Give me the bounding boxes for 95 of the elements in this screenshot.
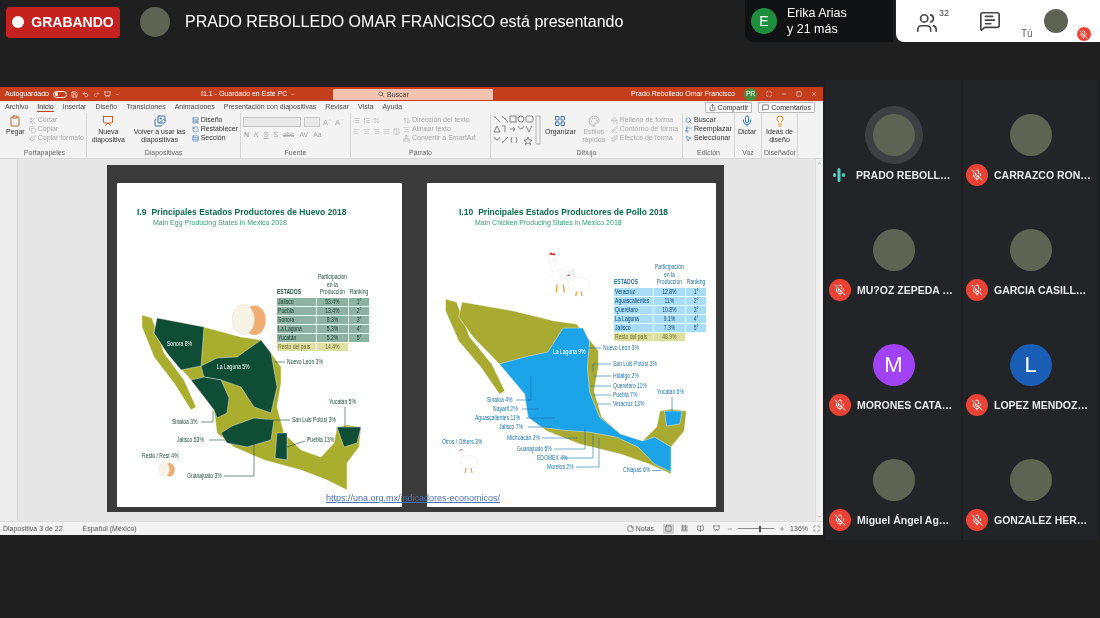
avatar-photo-placeholder bbox=[872, 229, 915, 271]
avatar-photo-placeholder bbox=[872, 114, 915, 156]
participant-name: Erika Arias bbox=[787, 5, 847, 21]
participant-name: CARRAZCO RON… bbox=[994, 169, 1091, 181]
maximize-icon[interactable] bbox=[796, 91, 802, 97]
avatar-initial: L bbox=[1009, 344, 1052, 386]
redo-icon[interactable] bbox=[93, 90, 100, 98]
eggs-drawing bbox=[232, 302, 266, 337]
participant-name: GONZALEZ HER… bbox=[994, 514, 1088, 526]
share-icon bbox=[708, 103, 716, 111]
leader-line bbox=[521, 408, 540, 410]
more-participants-label: y 21 más bbox=[787, 21, 839, 37]
palette-icon bbox=[587, 115, 600, 127]
paint-bucket-icon bbox=[610, 116, 618, 124]
pen-icon bbox=[610, 125, 618, 133]
leader-line bbox=[592, 394, 612, 396]
search-icon bbox=[378, 91, 384, 97]
leader-line bbox=[200, 410, 214, 423]
avatar-photo-placeholder bbox=[140, 7, 170, 37]
minimize-icon[interactable] bbox=[781, 91, 787, 97]
slideshow-icon[interactable] bbox=[104, 90, 111, 98]
participant-name: Miguel Ángel Ag… bbox=[857, 514, 950, 526]
pointer-icon bbox=[685, 134, 692, 142]
zoom-in-icon[interactable] bbox=[779, 525, 786, 532]
images-icon bbox=[153, 115, 166, 127]
layout-icon bbox=[191, 116, 199, 124]
slide-sorter-button[interactable] bbox=[679, 523, 691, 534]
avatar-initial: M bbox=[872, 344, 915, 386]
copy-icon bbox=[28, 125, 36, 133]
avatar-photo-placeholder bbox=[1009, 229, 1052, 271]
leader-line bbox=[671, 396, 673, 413]
participant-name: GARCIA CASILL… bbox=[994, 284, 1087, 296]
avatar-photo-placeholder bbox=[1009, 459, 1052, 501]
leader-line bbox=[515, 375, 532, 401]
search-icon bbox=[685, 116, 692, 124]
leader-line bbox=[596, 403, 612, 405]
leader-line bbox=[274, 361, 286, 363]
recording-label: GRABANDO bbox=[31, 14, 114, 30]
shapes-gallery-drawing[interactable] bbox=[493, 115, 541, 145]
leader-line bbox=[266, 419, 291, 421]
lightbulb-icon bbox=[773, 115, 786, 127]
normal-view-button[interactable] bbox=[663, 523, 675, 534]
fit-slide-icon[interactable] bbox=[813, 525, 820, 532]
slide-title: I.10 Principales Estados Productores de Pollo 2018 bbox=[459, 207, 670, 218]
avatar-photo-placeholder bbox=[872, 459, 915, 501]
rows-icon bbox=[191, 134, 199, 142]
participant-name: PRADO REBOLL… bbox=[856, 169, 951, 181]
self-label: Tú bbox=[1021, 28, 1033, 39]
leader-line bbox=[651, 470, 662, 471]
align-icon bbox=[403, 125, 410, 133]
leader-line bbox=[344, 406, 346, 428]
avatar-photo-placeholder bbox=[1043, 9, 1068, 33]
slideshow-button[interactable] bbox=[711, 523, 723, 534]
leader-line bbox=[590, 385, 612, 387]
people-button[interactable]: 32 bbox=[916, 8, 949, 34]
close-icon[interactable] bbox=[811, 91, 817, 97]
caret-icon[interactable] bbox=[290, 91, 296, 97]
participant-name: LOPEZ MENDOZ… bbox=[994, 399, 1088, 411]
grid-icon bbox=[554, 115, 567, 127]
participant-name: MU?OZ ZEPEDA … bbox=[857, 284, 953, 296]
participant-name: MORONES CATA… bbox=[857, 399, 953, 411]
clipboard-icon bbox=[9, 115, 22, 127]
chat-button[interactable] bbox=[979, 10, 1001, 32]
up-down-arrows-icon bbox=[403, 116, 410, 124]
scroll-down-icon[interactable] bbox=[817, 514, 822, 519]
record-dot-icon bbox=[12, 16, 25, 28]
slide-title: I.9 Principales Estados Productores de Huevo 2018 bbox=[137, 207, 348, 218]
zoom-out-icon[interactable] bbox=[727, 525, 734, 532]
network-icon bbox=[403, 134, 410, 142]
leader-line bbox=[592, 363, 612, 373]
zoom-slider-thumb[interactable] bbox=[758, 525, 761, 532]
avatar-initial: E bbox=[751, 8, 777, 34]
slide-icon bbox=[102, 115, 115, 127]
save-icon[interactable] bbox=[71, 90, 78, 98]
sparkle-icon bbox=[610, 134, 618, 142]
comment-icon bbox=[762, 103, 770, 111]
caret-icon[interactable] bbox=[115, 91, 120, 97]
presenter-status: PRADO REBOLLEDO OMAR FRANCISCO está presentando bbox=[185, 13, 624, 31]
scroll-up-icon[interactable] bbox=[817, 161, 822, 166]
undo-icon[interactable] bbox=[82, 90, 89, 98]
replace-icon bbox=[685, 125, 692, 133]
vertical-scrollbar[interactable] bbox=[815, 159, 823, 521]
microphone-icon bbox=[741, 115, 754, 127]
leader-line bbox=[286, 440, 306, 448]
leader-line bbox=[592, 375, 612, 377]
avatar-photo-placeholder bbox=[1009, 114, 1052, 156]
rotate-icon bbox=[191, 125, 199, 133]
paintbrush-icon bbox=[28, 134, 36, 142]
note-icon bbox=[626, 525, 634, 532]
leader-line bbox=[586, 347, 602, 349]
reading-view-button[interactable] bbox=[695, 523, 707, 534]
scissors-icon bbox=[28, 116, 36, 124]
expand-icon[interactable] bbox=[766, 91, 772, 97]
eggs-drawing bbox=[159, 461, 175, 478]
chicken-drawing bbox=[457, 448, 478, 473]
